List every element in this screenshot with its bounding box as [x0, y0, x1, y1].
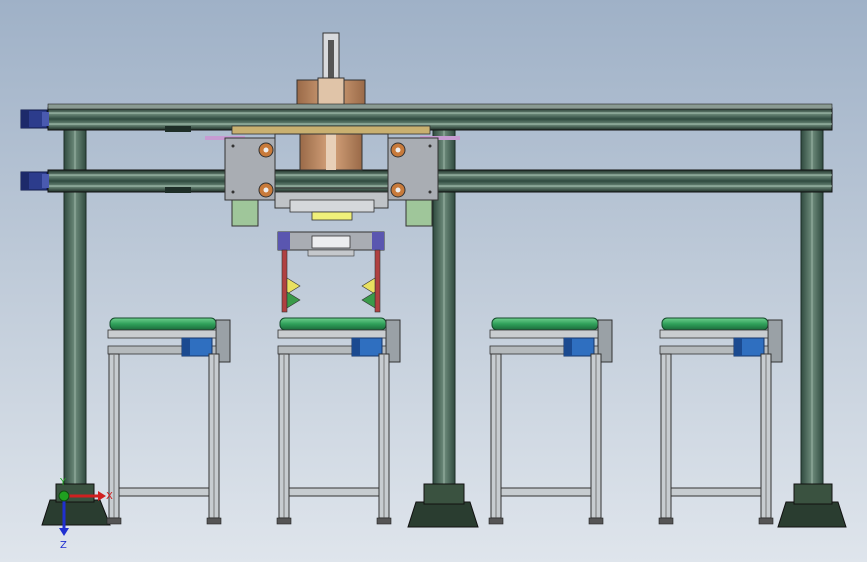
conveyor-belt — [661, 317, 769, 331]
gripper-cylinder[interactable] — [277, 231, 385, 257]
conveyor-servo-cap — [352, 338, 360, 356]
conveyor-1[interactable] — [106, 317, 231, 525]
assembly-drawing[interactable]: X Y Z — [0, 0, 867, 562]
cad-viewport[interactable]: X Y Z — [0, 0, 867, 562]
conveyor-side-rail — [277, 329, 387, 339]
conveyor-foot-left — [276, 517, 292, 525]
triad-z-arrow — [59, 528, 69, 536]
conveyor-cross-brace — [500, 487, 592, 497]
conveyor-foot-left — [106, 517, 122, 525]
conveyor-2[interactable] — [276, 317, 401, 525]
x-beam-upper[interactable] — [47, 103, 833, 132]
gripper-finger-left[interactable] — [281, 249, 301, 313]
conveyor-cross-brace — [118, 487, 210, 497]
conveyor-3[interactable] — [488, 317, 613, 525]
conveyor-cross-brace — [670, 487, 762, 497]
conveyor-foot-right — [758, 517, 774, 525]
conveyor-foot-right — [376, 517, 392, 525]
conveyor-servo-cap — [734, 338, 742, 356]
triad-x-arrow — [98, 491, 106, 501]
conveyor-foot-left — [658, 517, 674, 525]
conveyor-side-rail — [659, 329, 769, 339]
triad-z-label: Z — [60, 540, 67, 551]
conveyor-servo-cap — [182, 338, 190, 356]
servo-motor-lower[interactable] — [20, 171, 49, 191]
triad-x-label: X — [106, 491, 113, 502]
conveyor-servo-cap — [564, 338, 572, 356]
conveyor-cross-brace — [288, 487, 380, 497]
conveyor-foot-right — [206, 517, 222, 525]
conveyor-belt — [491, 317, 599, 331]
conveyor-belt — [109, 317, 217, 331]
conveyor-side-rail — [107, 329, 217, 339]
conveyor-foot-right — [588, 517, 604, 525]
triad-y-label: Y — [59, 477, 67, 488]
x-beam-lower[interactable] — [47, 169, 833, 193]
gripper-finger-right[interactable] — [361, 249, 381, 313]
conveyor-foot-left — [488, 517, 504, 525]
conveyor-side-rail — [489, 329, 599, 339]
conveyor-belt — [279, 317, 387, 331]
z-axis-module[interactable] — [296, 32, 366, 114]
conveyor-4[interactable] — [658, 317, 783, 525]
servo-motor-upper[interactable] — [20, 109, 49, 129]
triad-y-axis — [58, 490, 70, 502]
